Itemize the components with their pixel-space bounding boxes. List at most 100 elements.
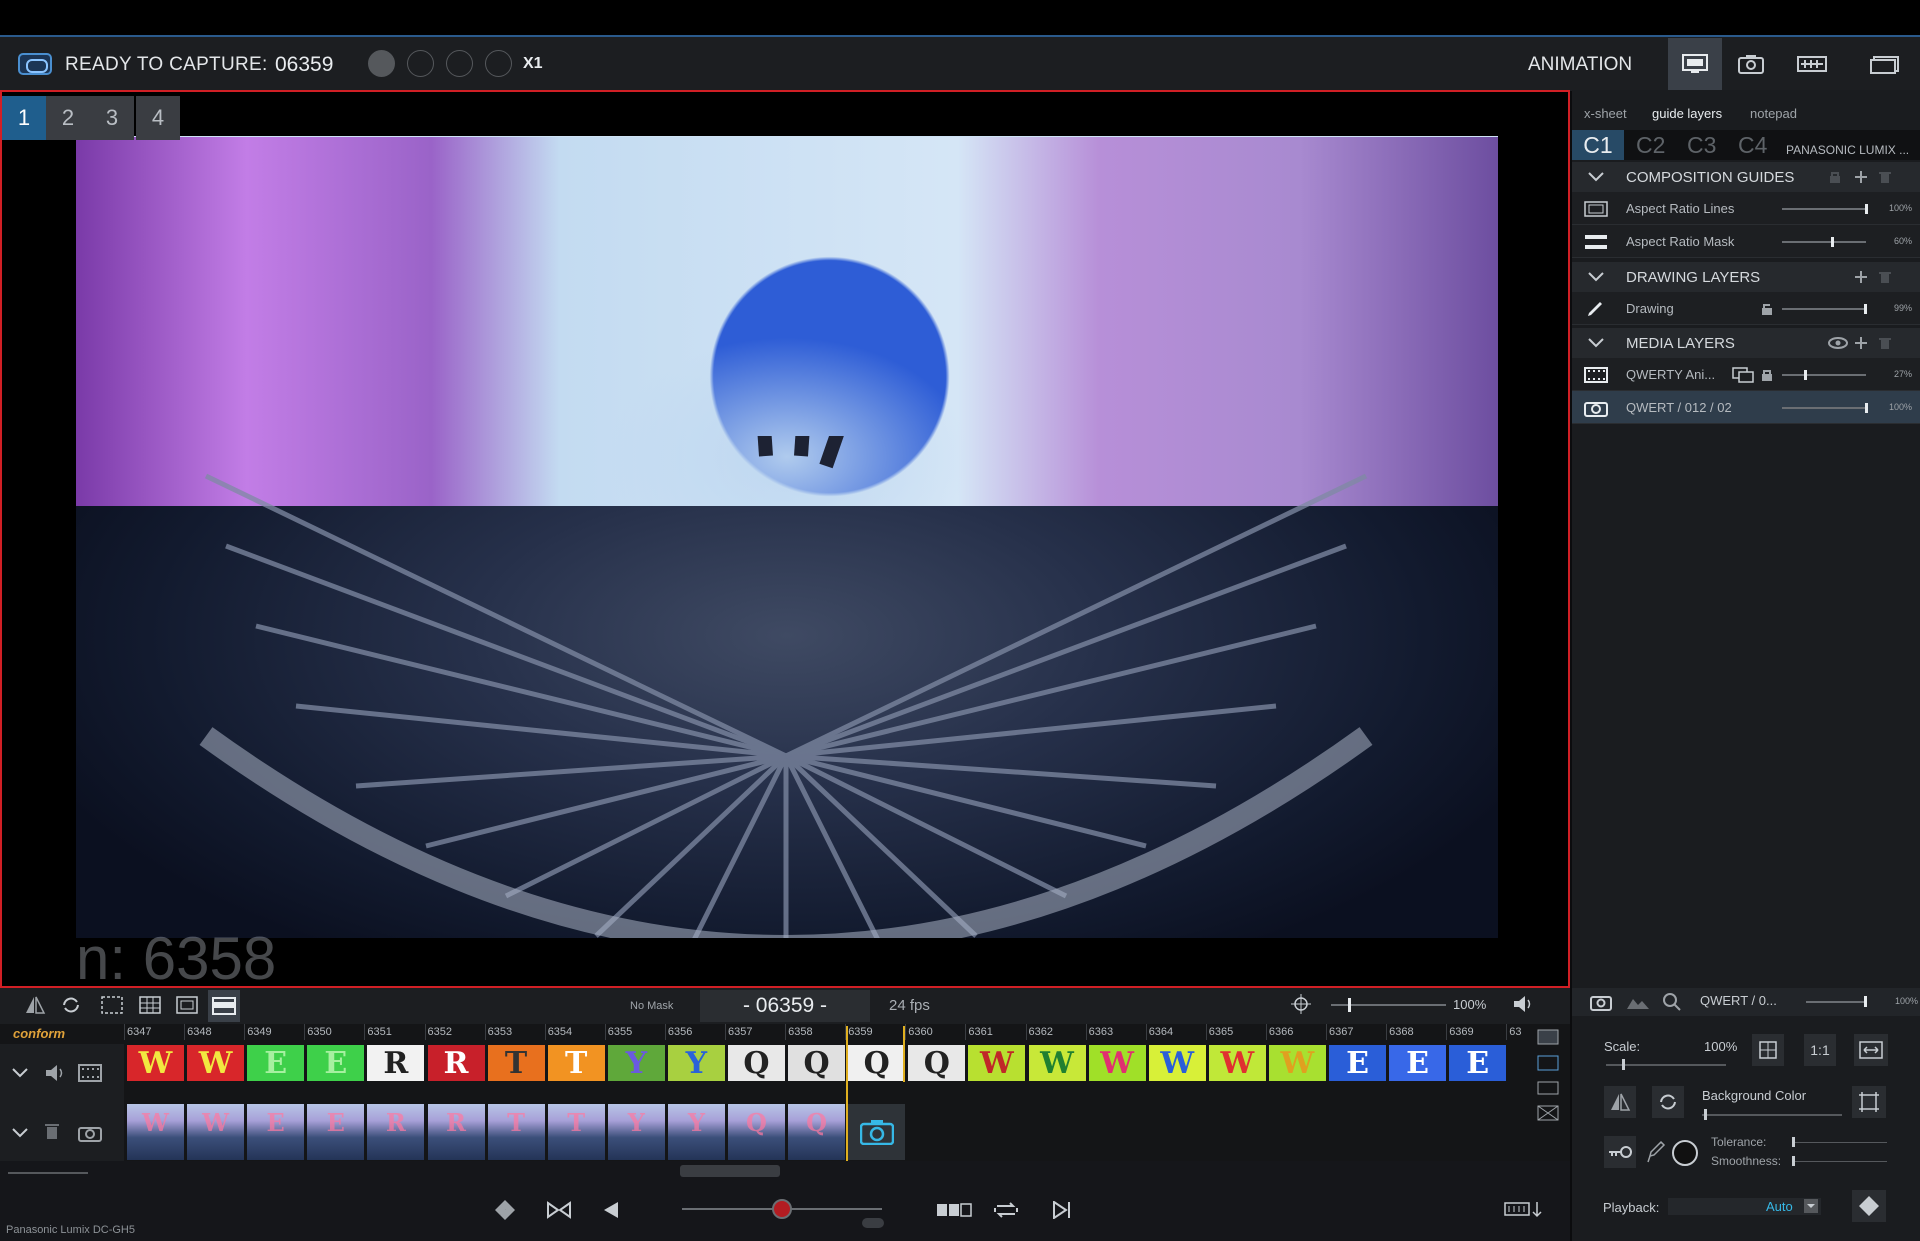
viewer-tab-4[interactable]: 4 (136, 96, 180, 140)
trash-icon[interactable] (44, 1122, 60, 1140)
slider-knob[interactable] (1704, 1109, 1707, 1120)
onion-dot-3[interactable] (446, 50, 473, 77)
layer-row-qwerty-animation[interactable]: QWERTY Ani... 27% (1572, 358, 1920, 391)
capture-multiplier[interactable]: X1 (523, 55, 543, 73)
playhead[interactable] (846, 1026, 848, 1161)
fit-grid-button[interactable] (1752, 1034, 1784, 1066)
mode-label[interactable]: ANIMATION (1528, 54, 1632, 76)
levels-icon[interactable] (1626, 993, 1650, 1011)
opacity-slider[interactable] (1782, 407, 1866, 409)
captured-frame[interactable]: Q (788, 1104, 846, 1160)
captured-frame[interactable]: W (127, 1104, 184, 1160)
background-color-slider[interactable] (1702, 1114, 1842, 1116)
flip-button[interactable] (1604, 1086, 1636, 1118)
chevron-down-icon[interactable] (12, 1068, 28, 1078)
layer-row-drawing[interactable]: Drawing 99% (1572, 292, 1920, 325)
playback-select[interactable] (1668, 1198, 1821, 1215)
layout-view-button[interactable] (1858, 38, 1912, 90)
loop-capture-icon[interactable] (18, 53, 52, 75)
animation-frame[interactable]: T (487, 1045, 545, 1081)
animation-frame[interactable]: Y (607, 1045, 665, 1081)
camera-icon[interactable] (1590, 993, 1612, 1011)
captured-frame[interactable]: W (187, 1104, 245, 1160)
opacity-slider[interactable] (1782, 208, 1866, 210)
onion-dot-1[interactable] (368, 50, 395, 77)
scale-value[interactable]: 100% (1704, 1039, 1737, 1054)
flip-icon[interactable] (24, 995, 46, 1015)
loop-icon[interactable] (992, 1200, 1020, 1220)
viewer-tab-2[interactable]: 2 (46, 96, 90, 140)
animation-frame[interactable]: E (247, 1045, 305, 1081)
slider-knob[interactable] (1622, 1059, 1625, 1070)
tab-notepad[interactable]: notepad (1750, 106, 1797, 121)
fps-display[interactable]: 24 fps (889, 997, 930, 1014)
grid-icon[interactable] (139, 995, 161, 1015)
layer-row-qwert-live[interactable]: QWERT / 012 / 02 100% (1572, 391, 1920, 424)
captured-frame[interactable]: R (427, 1104, 485, 1160)
speaker-icon[interactable] (44, 1064, 66, 1082)
layer-opacity-slider[interactable] (1806, 1001, 1866, 1003)
animation-frame[interactable]: W (1088, 1045, 1146, 1081)
animation-frame[interactable]: W (968, 1045, 1026, 1081)
onion-dot-4[interactable] (485, 50, 512, 77)
opacity-slider[interactable] (1782, 374, 1866, 376)
timeline-scrollbar[interactable] (680, 1165, 780, 1177)
mask-label[interactable]: No Mask (630, 1000, 673, 1012)
layer-row-aspect-mask[interactable]: Aspect Ratio Mask 60% (1572, 225, 1920, 258)
step-back-icon[interactable] (602, 1201, 620, 1219)
zoom-slider-knob[interactable] (1348, 998, 1351, 1012)
animation-frame[interactable]: E (1329, 1045, 1386, 1081)
smoothness-slider[interactable] (1792, 1161, 1887, 1162)
captured-frame[interactable]: R (367, 1104, 425, 1160)
slider-knob[interactable] (1792, 1156, 1795, 1166)
chroma-key-button[interactable] (1604, 1136, 1636, 1168)
capture-frame-slot[interactable] (848, 1104, 905, 1160)
crop-button[interactable] (1852, 1086, 1886, 1118)
crosshair-icon[interactable] (1291, 994, 1311, 1014)
viewer-tab-1[interactable]: 1 (2, 96, 46, 140)
animation-frame[interactable]: E (1449, 1045, 1507, 1081)
frame-icon[interactable] (176, 995, 198, 1015)
dropdown-arrow-icon[interactable] (1804, 1199, 1818, 1213)
slider-knob[interactable] (1792, 1137, 1795, 1147)
cam-tab-c1[interactable]: C1 (1572, 130, 1624, 160)
animation-frame[interactable]: W (1268, 1045, 1326, 1081)
onion-dot-2[interactable] (407, 50, 434, 77)
layer-row-aspect-lines[interactable]: Aspect Ratio Lines 100% (1572, 192, 1920, 225)
fit-width-button[interactable] (1854, 1034, 1888, 1066)
slider-knob[interactable] (1831, 237, 1835, 247)
captured-frame[interactable]: Y (667, 1104, 725, 1160)
chevron-down-icon[interactable] (12, 1128, 28, 1138)
tolerance-slider[interactable] (1792, 1142, 1887, 1143)
viewer-tab-3[interactable]: 3 (90, 96, 134, 140)
camera-icon[interactable] (78, 1124, 102, 1142)
monitor-view-button[interactable] (1668, 38, 1722, 90)
animation-frame[interactable]: Q (848, 1045, 906, 1081)
animation-frame[interactable]: T (547, 1045, 605, 1081)
media-layers-header[interactable]: MEDIA LAYERS (1572, 328, 1920, 358)
animation-frame[interactable]: W (1148, 1045, 1206, 1081)
playback-mode-icon[interactable] (936, 1202, 972, 1218)
animation-frame[interactable]: E (307, 1045, 365, 1081)
captured-frame[interactable]: T (487, 1104, 545, 1160)
drawing-layers-header[interactable]: DRAWING LAYERS (1572, 262, 1920, 292)
tab-guide-layers[interactable]: guide layers (1652, 106, 1722, 121)
animation-frame[interactable]: R (427, 1045, 485, 1081)
animation-frame[interactable]: Q (728, 1045, 785, 1081)
composition-guides-header[interactable]: COMPOSITION GUIDES (1572, 162, 1920, 192)
animation-frame[interactable]: Q (788, 1045, 846, 1081)
one-to-one-button[interactable]: 1:1 (1804, 1034, 1836, 1066)
animation-frame[interactable]: Q (908, 1045, 966, 1081)
captured-frame[interactable]: T (547, 1104, 605, 1160)
keyframe-icon[interactable] (494, 1199, 516, 1221)
zoom-icon[interactable] (1662, 992, 1682, 1012)
safe-area-icon[interactable] (101, 995, 123, 1015)
shuttle-toggle[interactable] (862, 1218, 884, 1228)
opacity-slider[interactable] (1782, 241, 1866, 243)
capture-viewer[interactable]: n: 6358 (0, 90, 1570, 988)
out-marker[interactable] (903, 1026, 905, 1082)
filmstrip-icon[interactable] (78, 1064, 102, 1082)
cam-tab-c2[interactable]: C2 (1636, 132, 1665, 159)
keyframe-button[interactable] (1852, 1190, 1886, 1222)
captured-frame[interactable]: Q (728, 1104, 785, 1160)
